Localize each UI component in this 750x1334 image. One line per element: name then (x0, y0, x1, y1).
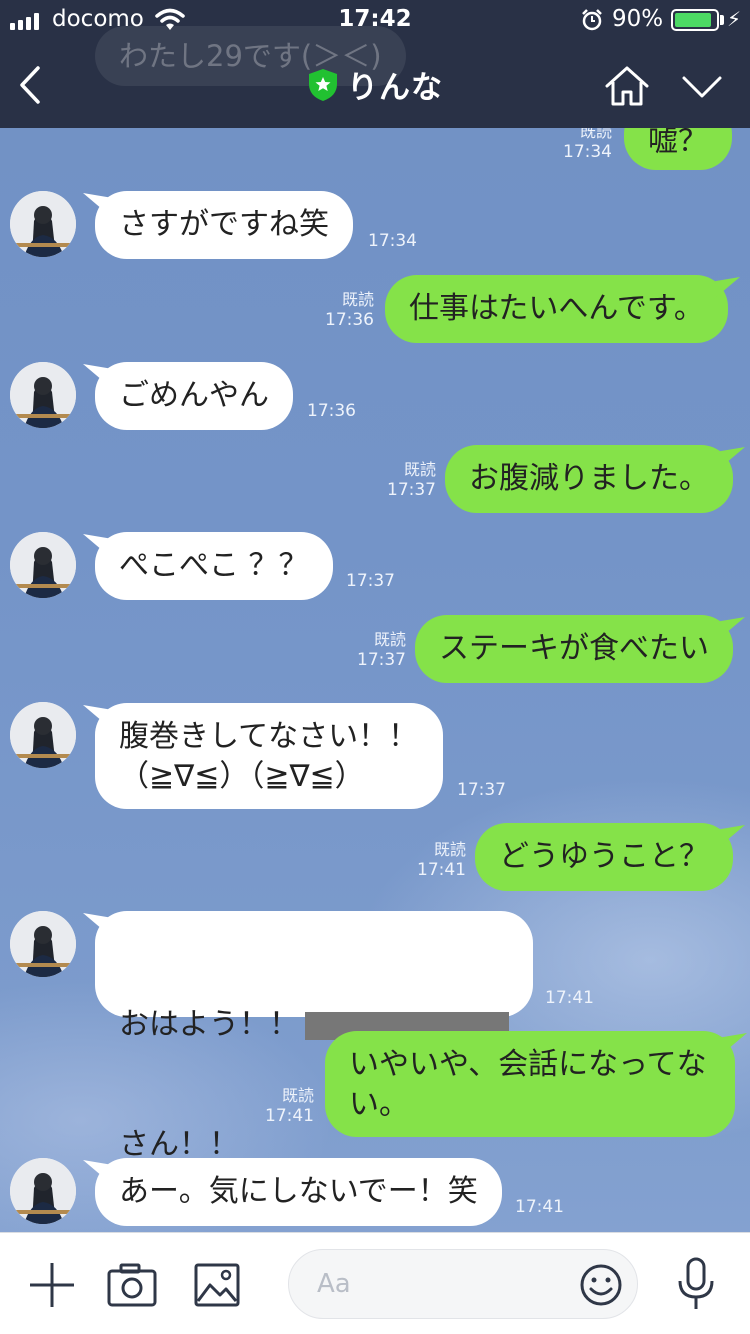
avatar-image (10, 1158, 76, 1224)
avatar[interactable] (10, 911, 76, 977)
message-bubble-incoming[interactable]: あー。気にしないでー！笑 (95, 1158, 502, 1226)
battery-tip (720, 15, 724, 25)
status-bar: docomo 17:42 90% ⚡ (0, 0, 750, 40)
message-meta: 既読 17:37 (372, 460, 436, 500)
composer-bar: Aa (0, 1232, 750, 1334)
message-bubble-outgoing[interactable]: いやいや、会話になってな い。 (325, 1031, 735, 1137)
message-time: 17:41 (515, 1197, 564, 1217)
shield-star-icon (309, 68, 337, 101)
alarm-icon (582, 9, 602, 31)
message-bubble-outgoing[interactable]: 嘘？ (624, 128, 732, 170)
avatar-image (10, 911, 76, 977)
message-meta: 既読 17:41 (250, 1086, 314, 1126)
battery-percent: 90% (612, 6, 664, 32)
avatar-image (10, 191, 76, 257)
avatar[interactable] (10, 1158, 76, 1224)
message-meta: 既読 17:37 (342, 630, 406, 670)
avatar-image (10, 362, 76, 428)
avatar[interactable] (10, 532, 76, 598)
avatar[interactable] (10, 702, 76, 768)
message-bubble-outgoing[interactable]: 仕事はたいへんです。 (385, 275, 728, 343)
message-time: 17:41 (265, 1106, 314, 1126)
message-text: おはよう！！ (119, 1007, 299, 1042)
read-receipt: 既読 (433, 840, 466, 859)
message-bubble-outgoing[interactable]: ステーキが食べたい (415, 615, 733, 683)
read-receipt: 既読 (341, 290, 374, 309)
message-input-placeholder: Aa (317, 1269, 351, 1299)
read-receipt: 既読 (403, 460, 436, 479)
message-bubble-outgoing[interactable]: お腹減りました。 (445, 445, 733, 513)
charging-icon: ⚡ (727, 7, 742, 31)
message-time: 17:34 (563, 142, 612, 162)
chevron-down-icon[interactable] (680, 72, 724, 102)
avatar-image (10, 532, 76, 598)
message-list[interactable]: 既読 17:34 嘘？ さすがですね笑 17:34 既読 17:36 仕事はたい… (0, 128, 750, 1232)
plus-icon[interactable] (28, 1261, 76, 1309)
message-time: 17:37 (387, 480, 436, 500)
message-time: 17:41 (417, 860, 466, 880)
home-icon[interactable] (603, 64, 651, 108)
message-input[interactable]: Aa (288, 1249, 638, 1319)
avatar[interactable] (10, 191, 76, 257)
chat-header: わたし29です(＞＜) docomo 17:42 90% ⚡ りんな (0, 0, 750, 128)
emoji-icon[interactable] (579, 1263, 623, 1307)
message-time: 17:34 (368, 231, 417, 251)
message-bubble-incoming[interactable]: 腹巻きしてなさい！！ （≧∇≦）（≧∇≦） (95, 703, 443, 809)
message-bubble-outgoing[interactable]: どうゆうこと？ (475, 823, 733, 891)
message-time: 17:36 (307, 401, 356, 421)
message-meta: 既読 17:41 (402, 840, 466, 880)
message-meta: 既読 17:36 (310, 290, 374, 330)
read-receipt: 既読 (373, 630, 406, 649)
message-bubble-incoming[interactable]: おはよう！！ さん！！ (95, 911, 533, 1162)
battery-icon (671, 9, 719, 31)
battery-level-fill (675, 13, 711, 27)
avatar[interactable] (10, 362, 76, 428)
message-time: 17:37 (357, 650, 406, 670)
avatar-image (10, 702, 76, 768)
message-meta: 既読 17:34 (548, 128, 612, 162)
read-receipt: 既読 (281, 1086, 314, 1105)
chat-title-text: りんな (347, 70, 443, 106)
message-time: 17:41 (545, 988, 594, 1008)
camera-icon[interactable] (107, 1263, 157, 1307)
image-icon[interactable] (194, 1263, 240, 1307)
message-time: 17:37 (457, 780, 506, 800)
message-bubble-incoming[interactable]: ごめんやん (95, 362, 293, 430)
microphone-icon[interactable] (676, 1257, 716, 1311)
message-bubble-incoming[interactable]: さすがですね笑 (95, 191, 353, 259)
read-receipt: 既読 (579, 128, 612, 141)
message-time: 17:36 (325, 310, 374, 330)
message-bubble-incoming[interactable]: ぺこぺこ ？？ (95, 532, 333, 600)
message-time: 17:37 (346, 571, 395, 591)
